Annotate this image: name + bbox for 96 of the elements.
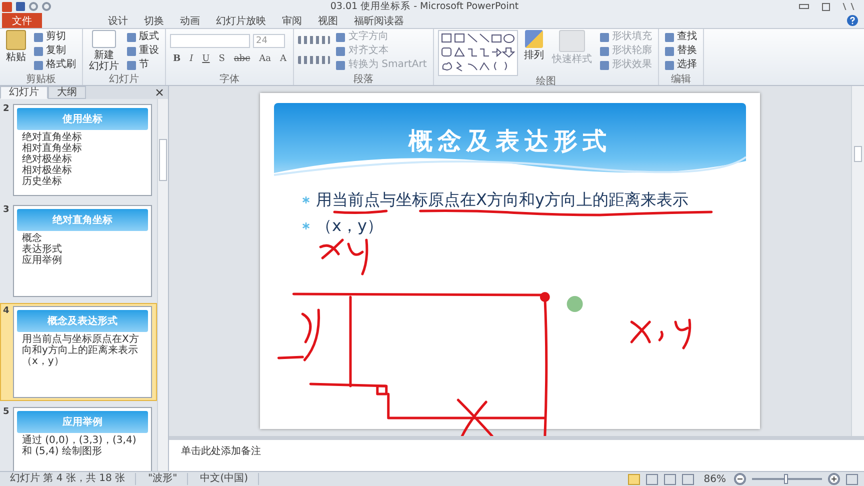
slide-number: 2	[3, 104, 10, 116]
bullet-icon	[302, 222, 310, 230]
slide-command[interactable]: 版式	[125, 30, 161, 44]
new-slide-button[interactable]: 新建 幻灯片	[87, 30, 121, 72]
align-icon[interactable]	[298, 56, 330, 64]
slide-command[interactable]: 重设	[125, 44, 161, 58]
panel-tab[interactable]: 大纲	[48, 86, 86, 99]
scrollbar[interactable]	[157, 99, 168, 471]
thumbnail-bullet: 绝对极坐标	[20, 154, 73, 165]
normal-view-icon[interactable]	[628, 474, 640, 484]
editing-command[interactable]: 选择	[662, 58, 699, 72]
ribbon-tab[interactable]: 设计	[100, 13, 136, 28]
app-icon	[2, 2, 12, 12]
help-icon[interactable]	[847, 15, 858, 26]
slide-thumbnail[interactable]: 应用举例 通过 (0,0)，(3,3)，(3,4) 和 (5,4) 绘制图形	[12, 407, 152, 471]
zoom-out-icon[interactable]	[734, 473, 746, 485]
panel-tab[interactable]: 幻灯片	[0, 86, 48, 99]
group-label: 绘图	[534, 76, 557, 87]
zoom-in-icon[interactable]	[828, 473, 840, 485]
slide-bullet: 用当前点与坐标原点在X方向和y方向上的距离来表示	[316, 189, 688, 211]
reading-view-icon[interactable]	[664, 474, 676, 484]
thumbnail-bullet: 相对直角坐标	[20, 143, 83, 154]
zoom-slider-thumb[interactable]	[784, 474, 788, 484]
ribbon-tab[interactable]: 切换	[136, 13, 172, 28]
status-text: 幻灯片 第 4 张，共 18 张	[0, 473, 136, 485]
group-label: 字体	[218, 74, 241, 85]
editing-command[interactable]: 查找	[662, 30, 699, 44]
ribbon-tab[interactable]: 视图	[310, 13, 346, 28]
format-button[interactable]: Aa	[256, 54, 274, 64]
slide-thumbnail[interactable]: 使用坐标 绝对直角坐标 相对直角坐标 绝对极坐标 相对极坐标 历史坐标	[12, 104, 152, 196]
clipboard-command[interactable]: 复制	[32, 44, 78, 58]
ribbon-tab[interactable]: 福昕阅读器	[346, 13, 412, 28]
group-label: 剪贴板	[25, 74, 57, 85]
bullet-icon	[302, 196, 310, 204]
slide-thumbnail[interactable]: 绝对直角坐标 概念 表达形式 应用举例	[12, 205, 152, 297]
editing-command[interactable]: 替换	[662, 44, 699, 58]
arrange-button[interactable]: 排列	[522, 30, 546, 61]
shapes-gallery[interactable]	[438, 30, 518, 76]
scrollbar[interactable]	[851, 86, 864, 436]
thumbnail-bullet: 通过 (0,0)，(3,3)，(3,4) 和 (5,4) 绘制图形	[20, 435, 138, 457]
font-name-field[interactable]	[170, 34, 250, 48]
group-label: 幻灯片	[108, 74, 140, 85]
notes-placeholder: 单击此处添加备注	[181, 446, 261, 457]
status-text: "波形"	[138, 473, 188, 485]
notes-field[interactable]: 单击此处添加备注	[169, 436, 864, 471]
format-button[interactable]: B	[170, 54, 184, 64]
slide-command[interactable]: 节	[125, 58, 161, 72]
format-button[interactable]: U	[199, 54, 213, 64]
fit-window-icon[interactable]	[846, 474, 858, 484]
thumbnail-title: 应用举例	[62, 415, 102, 429]
format-button[interactable]: S	[216, 54, 228, 64]
ink-dot	[540, 292, 550, 302]
ribbon-tab[interactable]: 审阅	[274, 13, 310, 28]
thumbnail-title: 使用坐标	[62, 112, 102, 126]
slide-thumbnail-row[interactable]: 5 应用举例 通过 (0,0)，(3,3)，(3,4) 和 (5,4) 绘制图形	[0, 404, 157, 471]
format-button[interactable]: I	[186, 54, 196, 64]
sorter-view-icon[interactable]	[646, 474, 658, 484]
slide-number: 3	[3, 205, 10, 217]
thumbnail-bullet: 历史坐标	[20, 176, 63, 187]
slide-bullet: （x，y）	[316, 215, 383, 237]
slideshow-icon[interactable]	[682, 474, 694, 484]
clipboard-command[interactable]: 格式刷	[32, 58, 78, 72]
thumbnail-bullet: 表达形式	[20, 244, 63, 255]
window-title: 03.01 使用坐标系 - Microsoft PowerPoint	[329, 0, 520, 13]
status-text: 中文(中国)	[190, 473, 259, 485]
slide-number: 5	[3, 407, 10, 419]
slide-thumbnail-row[interactable]: 3 绝对直角坐标 概念 表达形式 应用举例	[0, 202, 157, 300]
pen-cursor-icon	[566, 296, 583, 312]
format-button[interactable]: A	[276, 54, 290, 64]
thumbnail-bullet: 绝对直角坐标	[20, 132, 83, 143]
ribbon-tab[interactable]: 动画	[172, 13, 208, 28]
slide-thumbnail[interactable]: 概念及表达形式 用当前点与坐标原点在X方向和y方向上的距离来表示 （x，y）	[12, 306, 152, 398]
group-label: 编辑	[670, 74, 692, 85]
ribbon-tab[interactable]: 幻灯片放映	[208, 13, 274, 28]
slide-number: 4	[3, 306, 10, 318]
thumbnail-title: 概念及表达形式	[47, 314, 118, 328]
zoom-level[interactable]: 86%	[704, 474, 726, 484]
slide-title: 概念及表达形式	[408, 125, 612, 155]
thumbnail-bullet: 相对极坐标	[20, 165, 73, 176]
slide-icon	[92, 30, 116, 48]
clipboard-command[interactable]: 剪切	[32, 30, 78, 44]
slide-thumbnail-row[interactable]: 4 概念及表达形式 用当前点与坐标原点在X方向和y方向上的距离来表示 （x，y）	[0, 303, 157, 401]
minimize-icon[interactable]	[798, 2, 810, 12]
thumbnail-bullet: （x，y）	[20, 356, 65, 367]
format-button[interactable]: abc	[230, 54, 254, 64]
restore-icon[interactable]	[820, 2, 832, 12]
thumbnail-bullet: 概念	[20, 233, 43, 244]
arrange-icon	[524, 30, 543, 48]
paste-button[interactable]: 粘贴	[4, 30, 28, 63]
file-tab[interactable]: 文件	[2, 13, 42, 28]
thumbnail-bullet: 用当前点与坐标原点在X方向和y方向上的距离来表示	[20, 334, 140, 356]
slide-thumbnail-row[interactable]: 2 使用坐标 绝对直角坐标 相对直角坐标 绝对极坐标 相对极坐标 历史坐标	[0, 101, 157, 199]
thumbnail-bullet: 应用举例	[20, 255, 63, 266]
group-label: 段落	[352, 74, 375, 85]
thumbnail-title: 绝对直角坐标	[52, 214, 112, 227]
bullets-icon[interactable]	[298, 36, 330, 44]
